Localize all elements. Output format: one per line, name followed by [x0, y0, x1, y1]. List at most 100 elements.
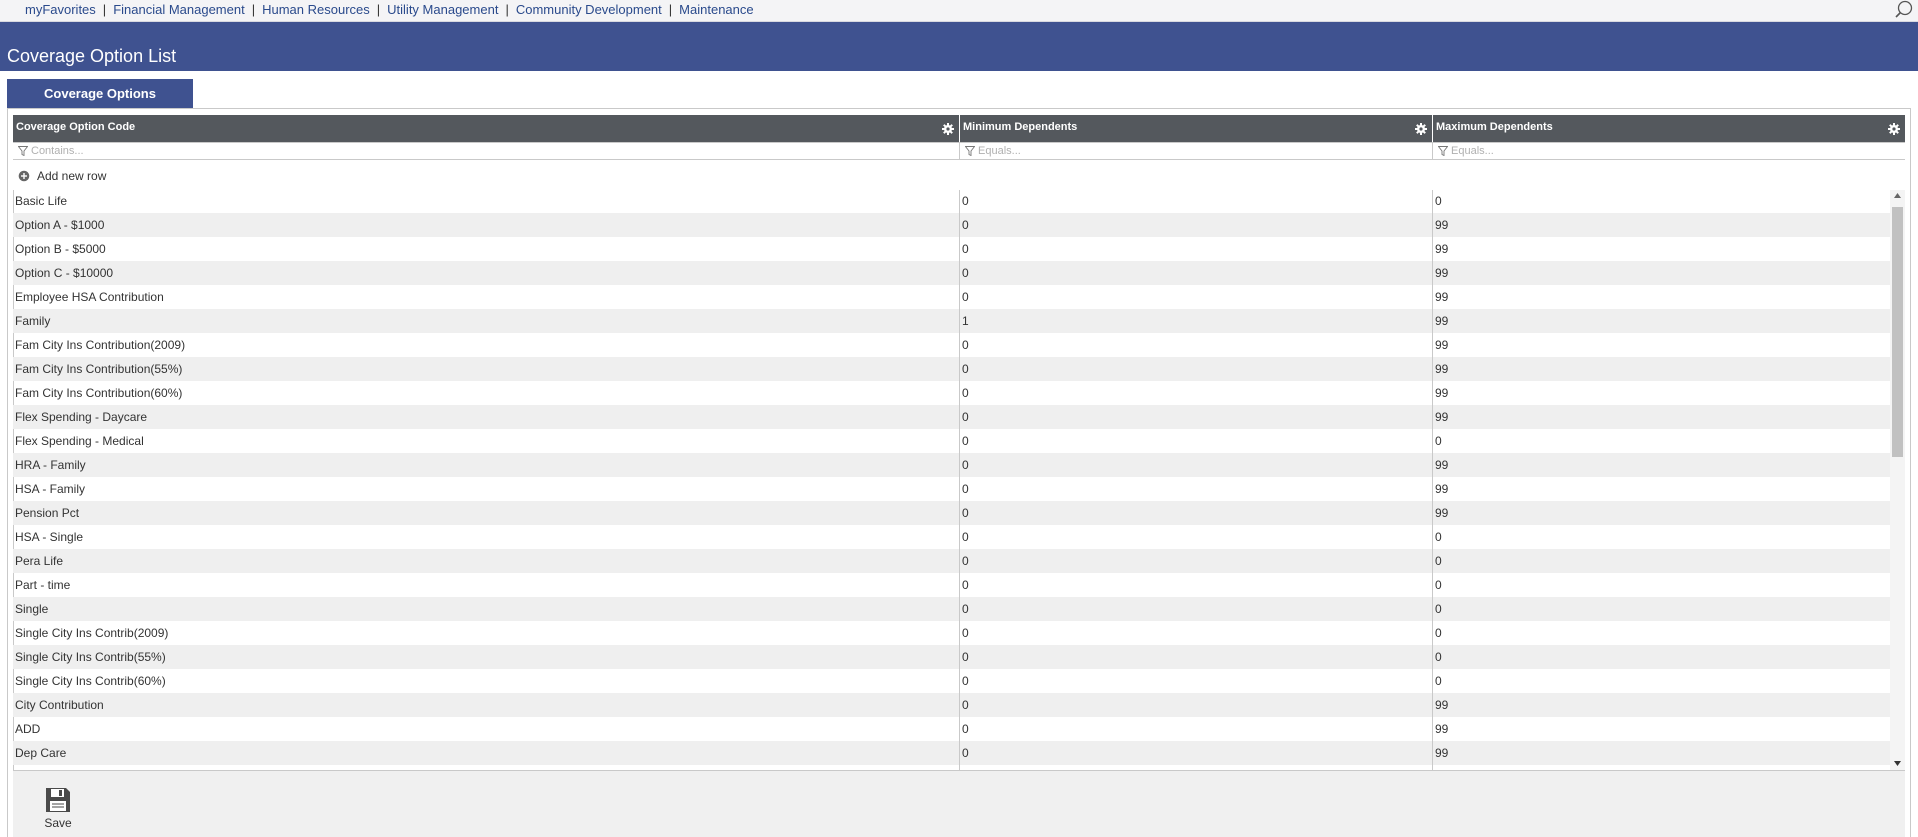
cell-coverage-option-code[interactable]: HSA - Family — [15, 482, 85, 496]
cell-maximum-dependents[interactable]: 0 — [1435, 674, 1442, 688]
cell-minimum-dependents[interactable]: 0 — [962, 722, 969, 736]
cell-coverage-option-code[interactable]: Single City Ins Contrib(55%) — [15, 650, 166, 664]
filter-icon[interactable] — [965, 146, 975, 156]
cell-coverage-option-code[interactable]: Fam City Ins Contribution(55%) — [15, 362, 182, 376]
cell-minimum-dependents[interactable]: 0 — [962, 554, 969, 568]
cell-minimum-dependents[interactable]: 0 — [962, 626, 969, 640]
filter-input-maximum-dependents[interactable] — [1451, 143, 1891, 158]
cell-maximum-dependents[interactable]: 99 — [1435, 290, 1448, 304]
cell-coverage-option-code[interactable]: Fam City Ins Contribution(2009) — [15, 338, 185, 352]
cell-minimum-dependents[interactable]: 0 — [962, 242, 969, 256]
cell-coverage-option-code[interactable]: Option B - $5000 — [15, 242, 106, 256]
table-row[interactable]: Employee HSA Contribution 0 99 — [13, 285, 1890, 309]
cell-coverage-option-code[interactable]: Fam City Ins Contribution(60%) — [15, 386, 182, 400]
table-row[interactable]: Basic Life 0 0 — [13, 190, 1890, 213]
cell-coverage-option-code[interactable]: Flex Spending - Daycare — [15, 410, 147, 424]
column-header-minimum-dependents[interactable]: Minimum Dependents — [959, 115, 1432, 142]
table-row[interactable]: Fam City Ins Contribution(55%) 0 99 — [13, 357, 1890, 381]
scroll-down-arrow-icon[interactable] — [1893, 760, 1902, 767]
cell-maximum-dependents[interactable]: 99 — [1435, 338, 1448, 352]
cell-minimum-dependents[interactable]: 0 — [962, 218, 969, 232]
table-row[interactable]: Single City Ins Contrib(2009) 0 0 — [13, 621, 1890, 645]
cell-maximum-dependents[interactable]: 99 — [1435, 386, 1448, 400]
cell-coverage-option-code[interactable]: Pension Pct — [15, 506, 79, 520]
cell-maximum-dependents[interactable]: 0 — [1435, 554, 1442, 568]
filter-input-coverage-option-code[interactable] — [31, 143, 931, 158]
cell-minimum-dependents[interactable]: 0 — [962, 602, 969, 616]
cell-coverage-option-code[interactable]: Single City Ins Contrib(2009) — [15, 626, 168, 640]
scrollbar-thumb[interactable] — [1892, 207, 1903, 457]
cell-coverage-option-code[interactable]: Part - time — [15, 578, 70, 592]
gear-icon[interactable] — [1415, 123, 1427, 135]
table-row[interactable]: City Contribution 0 99 — [13, 693, 1890, 717]
table-row[interactable]: Pension Pct 0 99 — [13, 501, 1890, 525]
filter-input-minimum-dependents[interactable] — [978, 143, 1418, 158]
nav-link-myfavorites[interactable]: myFavorites — [25, 2, 96, 17]
cell-coverage-option-code[interactable]: Flex Spending - Medical — [15, 434, 144, 448]
cell-maximum-dependents[interactable]: 0 — [1435, 578, 1442, 592]
cell-coverage-option-code[interactable]: Family — [15, 314, 50, 328]
save-button[interactable]: Save — [31, 787, 85, 833]
cell-minimum-dependents[interactable]: 0 — [962, 458, 969, 472]
cell-maximum-dependents[interactable]: 0 — [1435, 602, 1442, 616]
cell-minimum-dependents[interactable]: 0 — [962, 362, 969, 376]
add-new-row-button[interactable]: Add new row — [18, 167, 106, 185]
cell-coverage-option-code[interactable]: Pera Life — [15, 554, 63, 568]
cell-coverage-option-code[interactable]: Option C - $10000 — [15, 266, 113, 280]
cell-minimum-dependents[interactable]: 0 — [962, 194, 969, 208]
cell-maximum-dependents[interactable]: 99 — [1435, 410, 1448, 424]
cell-maximum-dependents[interactable]: 99 — [1435, 506, 1448, 520]
table-row[interactable]: Option B - $5000 0 99 — [13, 237, 1890, 261]
cell-coverage-option-code[interactable]: HRA - Family — [15, 458, 86, 472]
cell-coverage-option-code[interactable]: Single — [15, 602, 48, 616]
cell-maximum-dependents[interactable]: 0 — [1435, 650, 1442, 664]
scroll-up-arrow-icon[interactable] — [1893, 192, 1902, 199]
cell-maximum-dependents[interactable]: 99 — [1435, 266, 1448, 280]
cell-coverage-option-code[interactable]: City Contribution — [15, 698, 104, 712]
cell-minimum-dependents[interactable]: 0 — [962, 290, 969, 304]
cell-minimum-dependents[interactable]: 0 — [962, 698, 969, 712]
cell-coverage-option-code[interactable]: Option A - $1000 — [15, 218, 104, 232]
cell-minimum-dependents[interactable]: 0 — [962, 674, 969, 688]
cell-coverage-option-code[interactable]: Basic Life — [15, 194, 67, 208]
filter-icon[interactable] — [18, 146, 28, 156]
cell-maximum-dependents[interactable]: 99 — [1435, 746, 1448, 760]
table-row[interactable]: HSA - Single 0 0 — [13, 525, 1890, 549]
cell-maximum-dependents[interactable]: 99 — [1435, 458, 1448, 472]
cell-maximum-dependents[interactable]: 99 — [1435, 722, 1448, 736]
vertical-scrollbar[interactable] — [1890, 190, 1905, 770]
table-row[interactable]: Option C - $10000 0 99 — [13, 261, 1890, 285]
table-row[interactable]: HRA - Family 0 99 — [13, 453, 1890, 477]
tab-coverage-options[interactable]: Coverage Options — [7, 79, 193, 108]
table-row[interactable]: Part - time 0 0 — [13, 573, 1890, 597]
cell-minimum-dependents[interactable]: 0 — [962, 746, 969, 760]
filter-icon[interactable] — [1438, 146, 1448, 156]
table-row[interactable]: Dep Care 0 99 — [13, 741, 1890, 765]
cell-minimum-dependents[interactable]: 0 — [962, 650, 969, 664]
table-row[interactable]: ADD 0 99 — [13, 717, 1890, 741]
nav-link-human-resources[interactable]: Human Resources — [262, 2, 370, 17]
search-icon[interactable] — [1894, 0, 1914, 19]
cell-coverage-option-code[interactable]: HSA - Single — [15, 530, 83, 544]
cell-minimum-dependents[interactable]: 0 — [962, 506, 969, 520]
nav-link-maintenance[interactable]: Maintenance — [679, 2, 753, 17]
cell-minimum-dependents[interactable]: 0 — [962, 386, 969, 400]
cell-maximum-dependents[interactable]: 99 — [1435, 698, 1448, 712]
cell-minimum-dependents[interactable]: 0 — [962, 434, 969, 448]
cell-maximum-dependents[interactable]: 0 — [1435, 434, 1442, 448]
cell-minimum-dependents[interactable]: 1 — [962, 314, 969, 328]
table-row[interactable]: Single City Ins Contrib(60%) 0 0 — [13, 669, 1890, 693]
table-row[interactable]: Single City Ins Contrib(55%) 0 0 — [13, 645, 1890, 669]
cell-maximum-dependents[interactable]: 99 — [1435, 482, 1448, 496]
cell-maximum-dependents[interactable]: 0 — [1435, 194, 1442, 208]
table-row[interactable]: Family 1 99 — [13, 309, 1890, 333]
cell-maximum-dependents[interactable]: 0 — [1435, 530, 1442, 544]
table-row[interactable]: Pera Life 0 0 — [13, 549, 1890, 573]
cell-minimum-dependents[interactable]: 0 — [962, 338, 969, 352]
cell-coverage-option-code[interactable]: ADD — [15, 722, 40, 736]
cell-coverage-option-code[interactable]: Dep Care — [15, 746, 66, 760]
cell-maximum-dependents[interactable]: 99 — [1435, 218, 1448, 232]
cell-minimum-dependents[interactable]: 0 — [962, 578, 969, 592]
cell-minimum-dependents[interactable]: 0 — [962, 410, 969, 424]
cell-maximum-dependents[interactable]: 99 — [1435, 242, 1448, 256]
